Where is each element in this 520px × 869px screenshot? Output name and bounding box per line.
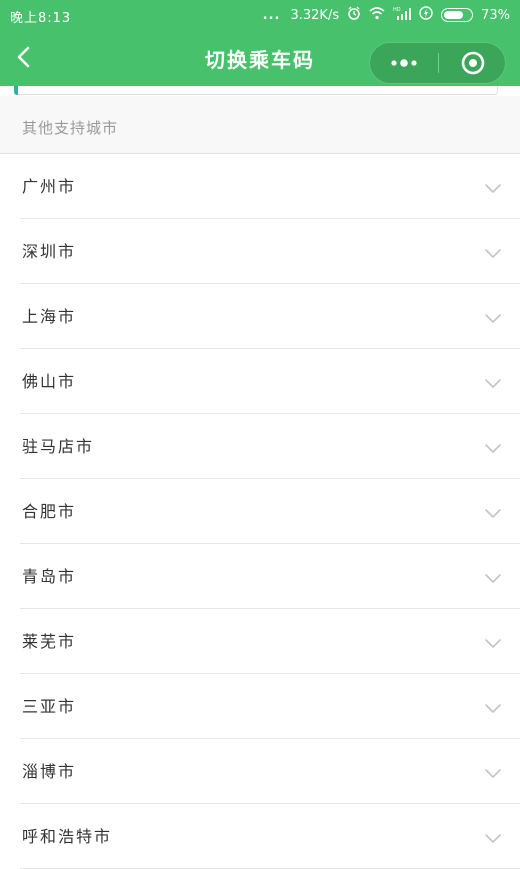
city-name: 佛山市 <box>22 372 77 391</box>
city-name: 上海市 <box>22 307 77 326</box>
miniprogram-capsule <box>369 42 506 84</box>
city-list-item[interactable]: 青岛市 <box>0 544 520 609</box>
chevron-down-icon[interactable] <box>484 180 502 193</box>
status-time: 晚上8:13 <box>10 11 72 26</box>
chevron-down-icon[interactable] <box>484 635 502 648</box>
city-list-item[interactable]: 广州市 <box>0 154 520 219</box>
search-box-remnant[interactable] <box>14 86 498 95</box>
city-list-item[interactable]: 合肥市 <box>0 479 520 544</box>
city-name: 莱芜市 <box>22 632 77 651</box>
battery-fill <box>444 11 464 19</box>
chevron-down-icon[interactable] <box>484 310 502 323</box>
more-dots-icon[interactable] <box>370 43 438 83</box>
city-list: 广州市深圳市上海市佛山市驻马店市合肥市青岛市莱芜市三亚市淄博市呼和浩特市 <box>0 154 520 869</box>
signal-hd-icon: HD <box>393 6 412 24</box>
close-miniprogram-icon[interactable] <box>439 43 507 83</box>
city-name: 广州市 <box>22 177 77 196</box>
chevron-down-icon[interactable] <box>484 440 502 453</box>
city-list-item[interactable]: 上海市 <box>0 284 520 349</box>
network-speed: 3.32K/s <box>290 7 340 23</box>
navigation-bar: 切换乘车码 <box>0 30 520 86</box>
city-list-item[interactable]: 三亚市 <box>0 674 520 739</box>
charging-icon <box>419 6 433 24</box>
chevron-down-icon[interactable] <box>484 375 502 388</box>
city-name: 三亚市 <box>22 697 77 716</box>
city-name: 呼和浩特市 <box>22 827 113 846</box>
battery-percent: 73% <box>481 7 510 23</box>
battery-icon <box>441 8 474 22</box>
city-name: 驻马店市 <box>22 437 95 456</box>
city-list-item[interactable]: 淄博市 <box>0 739 520 804</box>
chevron-down-icon[interactable] <box>484 505 502 518</box>
city-list-item[interactable]: 深圳市 <box>0 219 520 284</box>
city-name: 淄博市 <box>22 762 77 781</box>
chevron-down-icon[interactable] <box>484 765 502 778</box>
city-name: 合肥市 <box>22 502 77 521</box>
section-header: 其他支持城市 <box>0 96 520 154</box>
section-header-label: 其他支持城市 <box>22 119 119 137</box>
chevron-down-icon[interactable] <box>484 700 502 713</box>
search-accent-bar <box>14 86 18 95</box>
status-right-group: ... 3.32K/s HD 73% <box>263 6 510 24</box>
status-bar: 晚上8:13 ... 3.32K/s HD 73% <box>0 0 520 30</box>
city-name: 深圳市 <box>22 242 77 261</box>
wifi-icon <box>369 6 385 24</box>
city-list-item[interactable]: 驻马店市 <box>0 414 520 479</box>
city-list-item[interactable]: 呼和浩特市 <box>0 804 520 869</box>
chevron-down-icon[interactable] <box>484 830 502 843</box>
chevron-down-icon[interactable] <box>484 570 502 583</box>
svg-text:HD: HD <box>393 7 401 13</box>
city-list-item[interactable]: 莱芜市 <box>0 609 520 674</box>
chevron-down-icon[interactable] <box>484 245 502 258</box>
alarm-icon <box>347 6 361 24</box>
city-list-item[interactable]: 佛山市 <box>0 349 520 414</box>
city-name: 青岛市 <box>22 567 77 586</box>
status-dots: ... <box>262 7 281 23</box>
